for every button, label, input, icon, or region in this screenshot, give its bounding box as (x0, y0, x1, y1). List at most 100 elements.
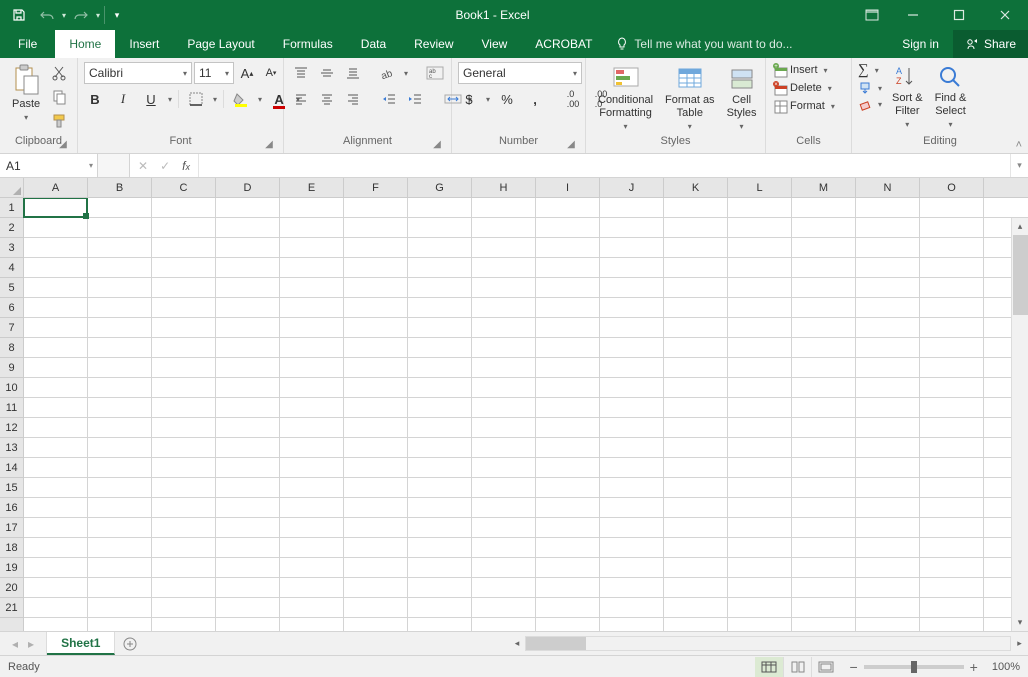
borders-icon[interactable] (185, 88, 207, 110)
new-sheet-button[interactable] (115, 632, 145, 655)
row-header[interactable]: 3 (0, 238, 23, 258)
row-header[interactable]: 2 (0, 218, 23, 238)
cancel-formula-icon[interactable]: ✕ (138, 159, 148, 173)
align-top-icon[interactable] (290, 62, 312, 84)
fill-color-dropdown[interactable]: ▾ (258, 95, 262, 104)
row-header[interactable]: 14 (0, 458, 23, 478)
redo-dropdown[interactable]: ▾ (96, 11, 100, 20)
font-dialog-launcher[interactable]: ◢ (263, 139, 275, 151)
accounting-format-icon[interactable]: $ (458, 88, 480, 110)
zoom-out-button[interactable]: − (849, 659, 857, 675)
share-button[interactable]: Share (953, 30, 1028, 58)
format-painter-icon[interactable] (48, 110, 70, 132)
sheet-nav-next-icon[interactable]: ▸ (28, 637, 34, 651)
comma-format-icon[interactable]: , (524, 88, 546, 110)
column-header[interactable]: I (536, 178, 600, 197)
column-header[interactable]: G (408, 178, 472, 197)
conditional-formatting-button[interactable]: Conditional Formatting▾ (592, 62, 659, 131)
increase-decimal-icon[interactable]: .0.00 (562, 88, 584, 110)
scroll-up-icon[interactable]: ▴ (1012, 218, 1028, 235)
tab-file[interactable]: File (0, 30, 55, 58)
hscroll-thumb[interactable] (526, 637, 586, 650)
decrease-font-icon[interactable]: A▾ (260, 62, 282, 84)
row-header[interactable]: 11 (0, 398, 23, 418)
wrap-text-icon[interactable]: abc (424, 62, 446, 84)
tab-page-layout[interactable]: Page Layout (173, 30, 268, 58)
column-header[interactable]: N (856, 178, 920, 197)
delete-cells-button[interactable]: ×Delete▾ (772, 80, 832, 96)
row-header[interactable]: 12 (0, 418, 23, 438)
sign-in-link[interactable]: Sign in (888, 30, 953, 58)
paste-button[interactable]: Paste▾ (6, 62, 46, 124)
fill-color-icon[interactable] (230, 88, 252, 110)
sheet-nav-prev-icon[interactable]: ◂ (12, 637, 18, 651)
zoom-slider[interactable] (864, 665, 964, 669)
tab-home[interactable]: Home (55, 30, 115, 58)
column-header[interactable]: B (88, 178, 152, 197)
collapse-ribbon-icon[interactable]: ˄ (1016, 139, 1022, 151)
row-header[interactable]: 7 (0, 318, 23, 338)
row-header[interactable]: 15 (0, 478, 23, 498)
tab-data[interactable]: Data (347, 30, 400, 58)
column-header[interactable]: A (24, 178, 88, 197)
scroll-left-icon[interactable]: ◂ (508, 638, 525, 649)
number-format-combo[interactable]: General▾ (458, 62, 582, 84)
format-cells-button[interactable]: Format▾ (772, 98, 835, 114)
percent-format-icon[interactable]: % (496, 88, 518, 110)
column-header[interactable]: K (664, 178, 728, 197)
tab-acrobat[interactable]: ACROBAT (521, 30, 606, 58)
align-middle-icon[interactable] (316, 62, 338, 84)
page-layout-view-icon[interactable] (783, 657, 811, 677)
find-select-button[interactable]: Find & Select▾ (929, 62, 973, 129)
ribbon-display-options-icon[interactable] (854, 0, 890, 30)
orientation-dropdown[interactable]: ▾ (404, 69, 408, 78)
customize-qat-icon[interactable]: ▾ (109, 3, 125, 27)
align-center-icon[interactable] (316, 88, 338, 110)
undo-dropdown[interactable]: ▾ (62, 11, 66, 20)
row-header[interactable]: 13 (0, 438, 23, 458)
column-header[interactable]: D (216, 178, 280, 197)
expand-formula-bar-icon[interactable]: ▾ (1010, 154, 1028, 177)
number-dialog-launcher[interactable]: ◢ (565, 139, 577, 151)
row-header[interactable]: 8 (0, 338, 23, 358)
copy-icon[interactable] (48, 86, 70, 108)
save-icon[interactable] (6, 3, 32, 27)
font-name-combo[interactable]: Calibri▾ (84, 62, 192, 84)
sort-filter-button[interactable]: AZ Sort & Filter▾ (886, 62, 929, 129)
row-header[interactable]: 10 (0, 378, 23, 398)
underline-dropdown[interactable]: ▾ (168, 95, 172, 104)
tab-formulas[interactable]: Formulas (269, 30, 347, 58)
page-break-view-icon[interactable] (811, 657, 839, 677)
column-header[interactable]: L (728, 178, 792, 197)
italic-icon[interactable]: I (112, 88, 134, 110)
cut-icon[interactable] (48, 62, 70, 84)
row-header[interactable]: 19 (0, 558, 23, 578)
align-right-icon[interactable] (342, 88, 364, 110)
tab-view[interactable]: View (468, 30, 522, 58)
underline-icon[interactable]: U (140, 88, 162, 110)
select-all-corner[interactable] (0, 178, 24, 197)
name-box[interactable]: A1▾ (0, 154, 98, 177)
enter-formula-icon[interactable]: ✓ (160, 159, 170, 173)
bold-icon[interactable]: B (84, 88, 106, 110)
increase-indent-icon[interactable] (404, 88, 426, 110)
row-header[interactable]: 4 (0, 258, 23, 278)
zoom-in-button[interactable]: + (970, 659, 978, 675)
insert-function-icon[interactable]: fx (182, 159, 190, 173)
normal-view-icon[interactable] (755, 657, 783, 677)
cells-area[interactable] (24, 198, 1028, 631)
row-header[interactable]: 6 (0, 298, 23, 318)
increase-font-icon[interactable]: A▴ (236, 62, 258, 84)
vertical-scrollbar[interactable]: ▴ ▾ (1011, 218, 1028, 631)
tab-insert[interactable]: Insert (115, 30, 173, 58)
orientation-icon[interactable]: ab (378, 62, 400, 84)
font-size-combo[interactable]: 11▾ (194, 62, 234, 84)
row-header[interactable]: 17 (0, 518, 23, 538)
borders-dropdown[interactable]: ▾ (213, 95, 217, 104)
row-header[interactable]: 5 (0, 278, 23, 298)
formula-input[interactable] (199, 154, 1010, 177)
column-header[interactable]: C (152, 178, 216, 197)
column-header[interactable]: M (792, 178, 856, 197)
sheet-tab-sheet1[interactable]: Sheet1 (47, 632, 115, 655)
autosum-button[interactable]: ∑▾ (858, 62, 882, 79)
